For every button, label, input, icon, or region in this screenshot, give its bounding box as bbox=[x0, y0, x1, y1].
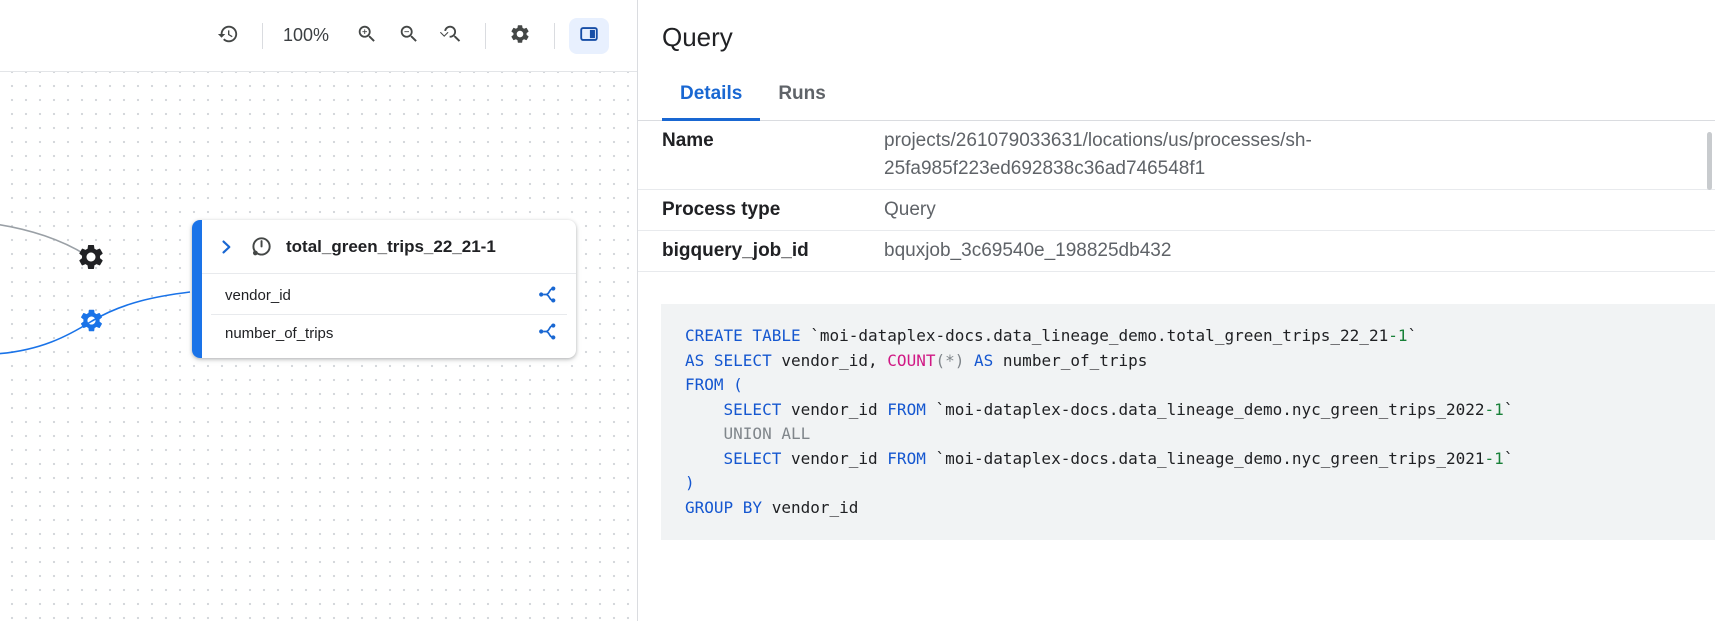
dataplex-lineage-app: 100% bbox=[0, 0, 1715, 621]
expand-chevron-icon[interactable] bbox=[216, 237, 236, 257]
panel-tabs: Details Runs bbox=[638, 71, 1715, 121]
field-name: vendor_id bbox=[225, 287, 291, 304]
side-panel-toggle-button[interactable] bbox=[569, 18, 609, 54]
detail-row-name: Name projects/261079033631/locations/us/… bbox=[638, 121, 1715, 190]
zoom-out-button[interactable] bbox=[389, 16, 429, 56]
panel-scrollbar[interactable] bbox=[1707, 132, 1712, 190]
detail-value: bquxjob_3c69540e_198825db432 bbox=[884, 237, 1171, 265]
zoom-in-button[interactable] bbox=[347, 16, 387, 56]
detail-row-process-type: Process type Query bbox=[638, 190, 1715, 231]
toolbar-divider bbox=[485, 23, 486, 49]
edge-upstream-gray[interactable] bbox=[0, 224, 86, 255]
process-circle-icon bbox=[248, 234, 274, 260]
detail-row-bigquery-job-id: bigquery_job_id bquxjob_3c69540e_198825d… bbox=[638, 231, 1715, 272]
toolbar-divider bbox=[262, 23, 263, 49]
zoom-level-label: 100% bbox=[283, 25, 329, 46]
history-icon bbox=[217, 23, 239, 48]
lineage-graph-pane: 100% bbox=[0, 0, 637, 621]
graph-settings-button[interactable] bbox=[500, 16, 540, 56]
lineage-icon bbox=[537, 284, 558, 308]
tab-details[interactable]: Details bbox=[662, 71, 760, 121]
panel-header: Query bbox=[638, 0, 1715, 71]
lineage-node-card[interactable]: total_green_trips_22_21-1 vendor_id bbox=[192, 220, 576, 358]
node-accent-bar bbox=[192, 220, 202, 358]
zoom-reset-icon bbox=[440, 23, 462, 48]
settings-gear-icon bbox=[509, 23, 531, 48]
zoom-in-icon bbox=[356, 23, 378, 48]
lineage-icon bbox=[537, 321, 558, 345]
field-lineage-button[interactable] bbox=[531, 317, 563, 349]
field-name: number_of_trips bbox=[225, 325, 333, 342]
panel-title: Query bbox=[662, 22, 1691, 53]
node-field-list: vendor_id bbox=[202, 274, 576, 358]
details-panel: Query Details Runs Name projects/2610790… bbox=[637, 0, 1715, 621]
details-table: Name projects/261079033631/locations/us/… bbox=[638, 121, 1715, 272]
process-gear-icon-blue[interactable] bbox=[78, 307, 105, 337]
lineage-canvas[interactable]: total_green_trips_22_21-1 vendor_id bbox=[0, 72, 637, 621]
detail-label: bigquery_job_id bbox=[662, 237, 884, 265]
toolbar-divider bbox=[554, 23, 555, 49]
side-panel-toggle-icon bbox=[578, 23, 600, 48]
node-field-row[interactable]: number_of_trips bbox=[211, 314, 567, 351]
node-title: total_green_trips_22_21-1 bbox=[286, 237, 496, 257]
detail-value: Query bbox=[884, 196, 936, 224]
canvas-toolbar: 100% bbox=[0, 0, 637, 72]
node-header: total_green_trips_22_21-1 bbox=[202, 220, 576, 274]
history-button[interactable] bbox=[208, 16, 248, 56]
detail-label: Name bbox=[662, 127, 884, 155]
detail-value: projects/261079033631/locations/us/proce… bbox=[884, 127, 1524, 183]
zoom-reset-button[interactable] bbox=[431, 16, 471, 56]
field-lineage-button[interactable] bbox=[531, 280, 563, 312]
sql-query-code: CREATE TABLE `moi-dataplex-docs.data_lin… bbox=[661, 304, 1715, 540]
zoom-out-icon bbox=[398, 23, 420, 48]
tab-runs[interactable]: Runs bbox=[760, 71, 844, 121]
node-field-row[interactable]: vendor_id bbox=[211, 277, 567, 314]
process-gear-icon-black[interactable] bbox=[76, 242, 106, 275]
detail-label: Process type bbox=[662, 196, 884, 224]
